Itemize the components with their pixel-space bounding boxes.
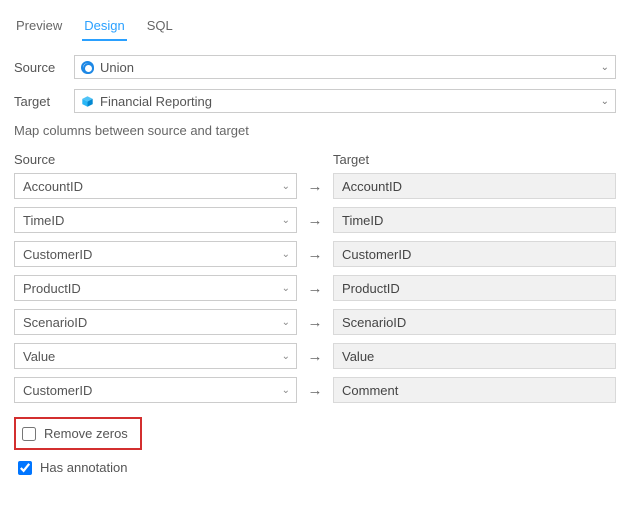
target-column-readonly: CustomerID xyxy=(333,241,616,267)
source-column-select[interactable]: Value ⌄ xyxy=(14,343,297,369)
chevron-down-icon: ⌄ xyxy=(601,96,609,107)
union-icon xyxy=(81,61,94,74)
target-column-readonly: ProductID xyxy=(333,275,616,301)
remove-zeros-checkbox[interactable] xyxy=(22,427,36,441)
options-area: Remove zeros Has annotation xyxy=(14,417,616,479)
mapping-row: Value ⌄ → Value xyxy=(14,343,616,369)
target-column-readonly: AccountID xyxy=(333,173,616,199)
source-column-select[interactable]: CustomerID ⌄ xyxy=(14,241,297,267)
source-column-value: Value xyxy=(23,349,55,364)
arrow-right-icon: → xyxy=(297,178,333,195)
chevron-down-icon: ⌄ xyxy=(282,249,290,260)
has-annotation-checkbox[interactable] xyxy=(18,461,32,475)
chevron-down-icon: ⌄ xyxy=(282,215,290,226)
source-column-value: TimeID xyxy=(23,213,64,228)
highlight-remove-zeros: Remove zeros xyxy=(14,417,142,450)
target-column-header: Target xyxy=(333,152,616,167)
source-column-value: CustomerID xyxy=(23,247,92,262)
source-select-value: Union xyxy=(100,60,134,75)
arrow-right-icon: → xyxy=(297,382,333,399)
mapping-row: TimeID ⌄ → TimeID xyxy=(14,207,616,233)
chevron-down-icon: ⌄ xyxy=(282,283,290,294)
tab-preview[interactable]: Preview xyxy=(14,14,64,41)
target-select-value: Financial Reporting xyxy=(100,94,212,109)
arrow-right-icon: → xyxy=(297,314,333,331)
chevron-down-icon: ⌄ xyxy=(601,62,609,73)
source-column-select[interactable]: TimeID ⌄ xyxy=(14,207,297,233)
has-annotation-label: Has annotation xyxy=(40,460,127,475)
remove-zeros-option[interactable]: Remove zeros xyxy=(18,422,132,445)
mapping-header: Source Target xyxy=(14,152,616,167)
source-label: Source xyxy=(14,60,66,75)
target-column-readonly: ScenarioID xyxy=(333,309,616,335)
source-column-header: Source xyxy=(14,152,297,167)
remove-zeros-label: Remove zeros xyxy=(44,426,128,441)
chevron-down-icon: ⌄ xyxy=(282,351,290,362)
source-column-value: ProductID xyxy=(23,281,81,296)
cube-icon xyxy=(81,95,94,108)
chevron-down-icon: ⌄ xyxy=(282,317,290,328)
source-column-select[interactable]: ProductID ⌄ xyxy=(14,275,297,301)
target-column-readonly: Value xyxy=(333,343,616,369)
source-column-select[interactable]: CustomerID ⌄ xyxy=(14,377,297,403)
source-column-select[interactable]: ScenarioID ⌄ xyxy=(14,309,297,335)
arrow-right-icon: → xyxy=(297,246,333,263)
chevron-down-icon: ⌄ xyxy=(282,181,290,192)
mapping-row: AccountID ⌄ → AccountID xyxy=(14,173,616,199)
source-column-value: AccountID xyxy=(23,179,83,194)
target-column-readonly: TimeID xyxy=(333,207,616,233)
chevron-down-icon: ⌄ xyxy=(282,385,290,396)
source-row: Source Union ⌄ xyxy=(14,55,616,79)
mapping-row: CustomerID ⌄ → CustomerID xyxy=(14,241,616,267)
mapping-instruction: Map columns between source and target xyxy=(14,123,616,138)
target-label: Target xyxy=(14,94,66,109)
has-annotation-option[interactable]: Has annotation xyxy=(14,456,616,479)
arrow-right-icon: → xyxy=(297,280,333,297)
arrow-right-icon: → xyxy=(297,348,333,365)
source-select[interactable]: Union ⌄ xyxy=(74,55,616,79)
mapping-row: CustomerID ⌄ → Comment xyxy=(14,377,616,403)
target-row: Target Financial Reporting ⌄ xyxy=(14,89,616,113)
tab-design[interactable]: Design xyxy=(82,14,126,41)
tab-sql[interactable]: SQL xyxy=(145,14,175,41)
source-column-value: ScenarioID xyxy=(23,315,87,330)
arrow-right-icon: → xyxy=(297,212,333,229)
source-column-value: CustomerID xyxy=(23,383,92,398)
mapping-row: ProductID ⌄ → ProductID xyxy=(14,275,616,301)
target-column-readonly: Comment xyxy=(333,377,616,403)
mapping-row: ScenarioID ⌄ → ScenarioID xyxy=(14,309,616,335)
source-column-select[interactable]: AccountID ⌄ xyxy=(14,173,297,199)
target-select[interactable]: Financial Reporting ⌄ xyxy=(74,89,616,113)
tab-bar: Preview Design SQL xyxy=(14,8,616,41)
